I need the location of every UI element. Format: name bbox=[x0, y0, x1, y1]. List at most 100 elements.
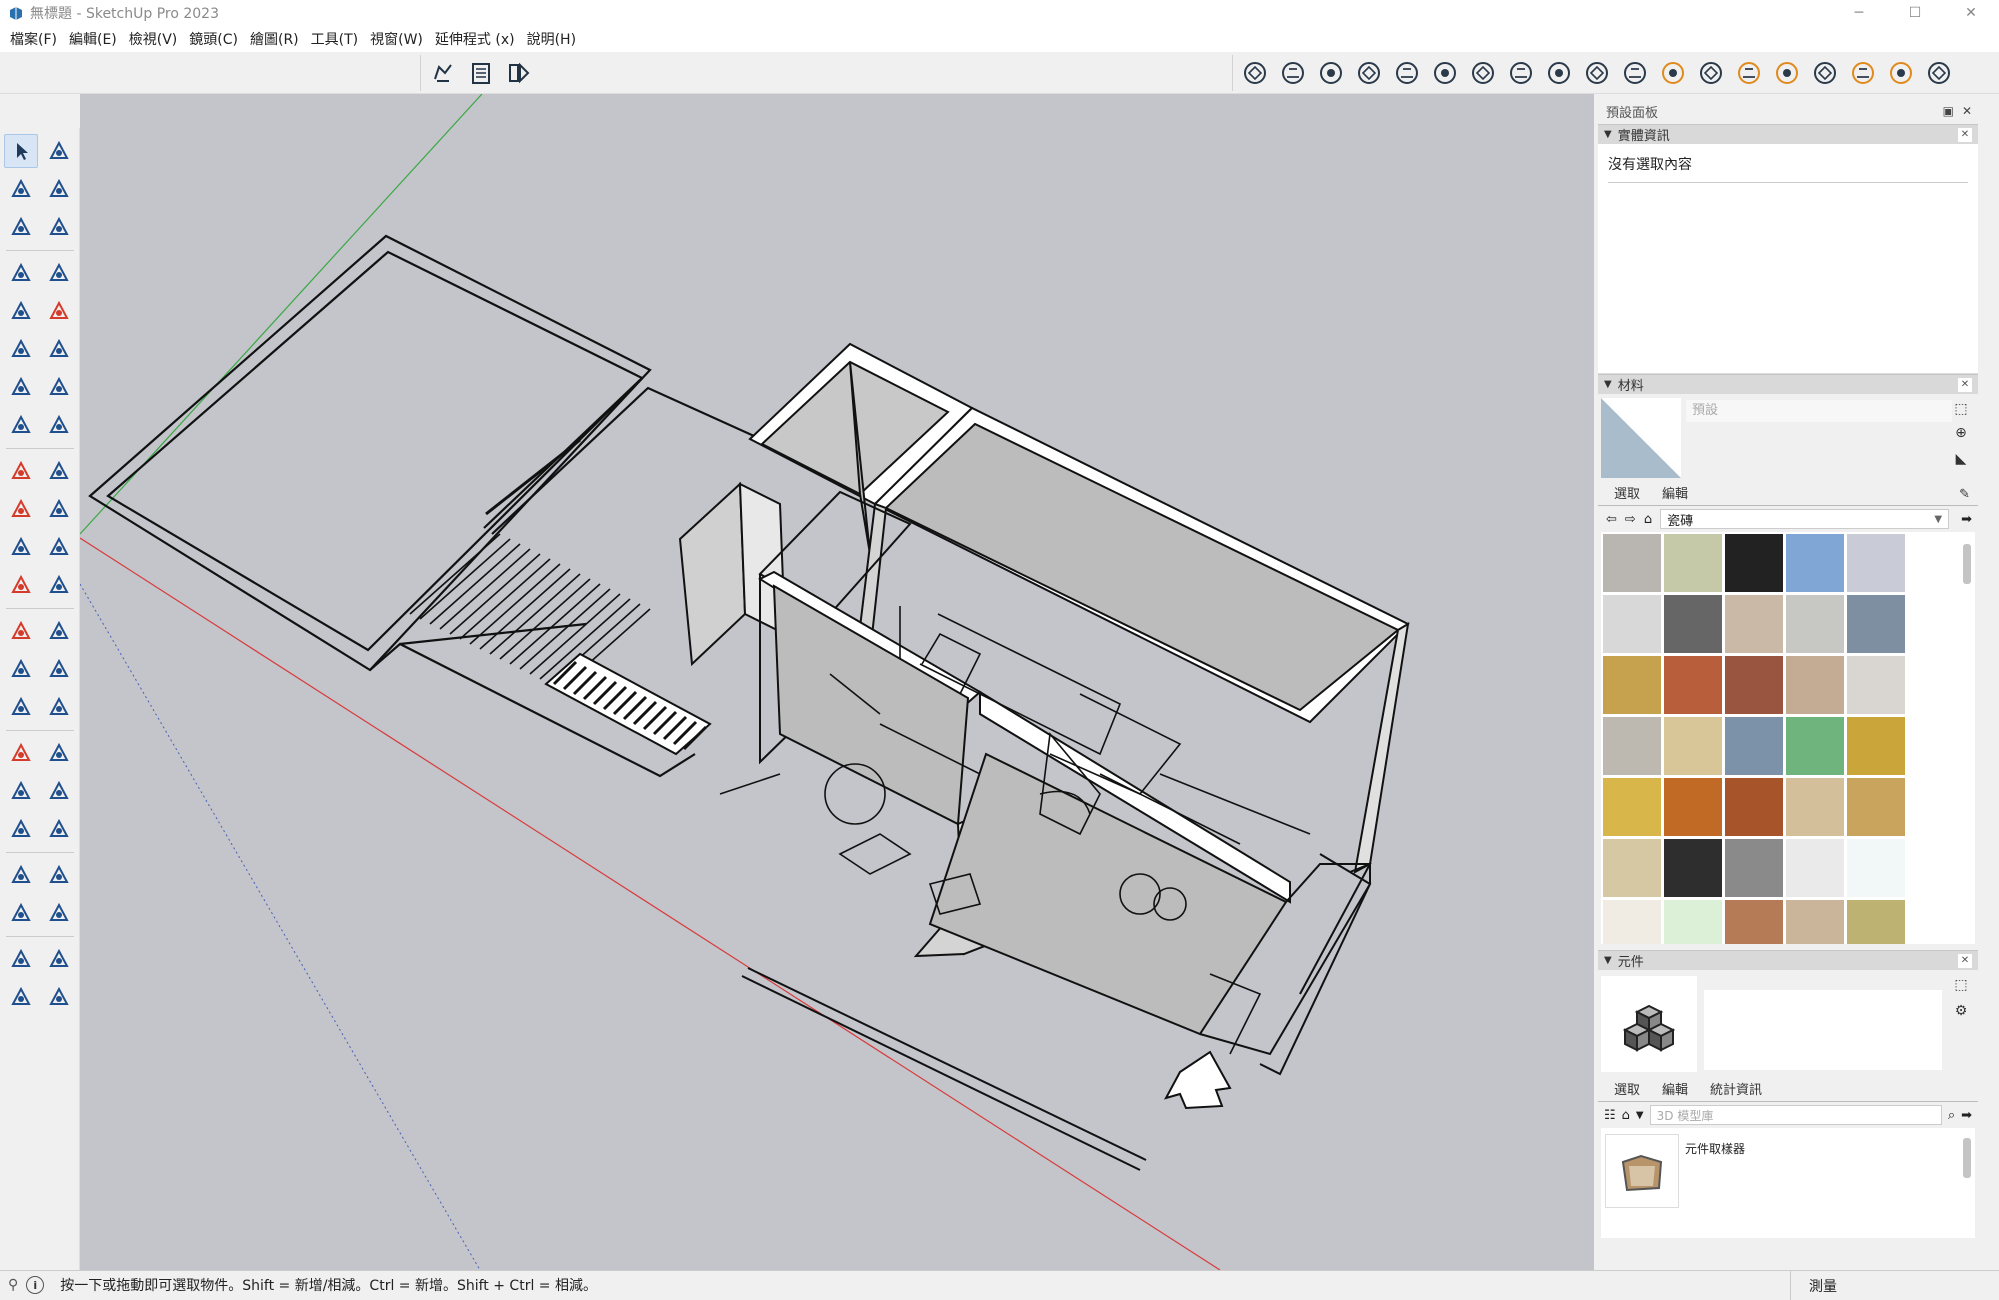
umbrella-icon[interactable] bbox=[1693, 55, 1729, 91]
sun-icon[interactable] bbox=[1845, 55, 1881, 91]
material-swatch-tile[interactable] bbox=[1786, 778, 1844, 836]
sandbox-from-contours-icon[interactable] bbox=[4, 942, 38, 976]
material-swatch-tile[interactable] bbox=[1725, 534, 1783, 592]
home-icon[interactable]: ⌂ bbox=[1644, 512, 1652, 527]
default-material-icon[interactable]: ◣ bbox=[1952, 450, 1970, 468]
smoove-icon[interactable] bbox=[4, 980, 38, 1014]
material-swatch-tile[interactable] bbox=[1847, 839, 1905, 897]
material-swatch-tile[interactable] bbox=[1603, 595, 1661, 653]
sandbox-from-scratch-icon[interactable] bbox=[42, 942, 76, 976]
chevron-down-icon[interactable]: ▼ bbox=[1636, 1110, 1644, 1121]
axes-tool-icon[interactable] bbox=[4, 690, 38, 724]
menu-file[interactable]: 檔案(F) bbox=[4, 29, 63, 49]
zoom-tool-icon[interactable] bbox=[4, 774, 38, 808]
eye-icon[interactable] bbox=[42, 896, 76, 930]
offset-tool-icon[interactable] bbox=[42, 530, 76, 564]
lasso-tool-icon[interactable] bbox=[42, 134, 76, 168]
component-search-input[interactable]: 3D 模型庫 bbox=[1649, 1105, 1942, 1125]
material-swatch-tile[interactable] bbox=[1786, 656, 1844, 714]
push-pull-icon[interactable] bbox=[42, 454, 76, 488]
sandbox-icon[interactable] bbox=[425, 55, 461, 91]
component-scrollbar[interactable] bbox=[1963, 1138, 1971, 1178]
tray-close-icon[interactable]: ✕ bbox=[1962, 104, 1972, 118]
entity-info-header[interactable]: ▼ 實體資訊 ✕ bbox=[1598, 124, 1978, 144]
teapot-play-icon[interactable] bbox=[1351, 55, 1387, 91]
material-swatch-tile[interactable] bbox=[1847, 595, 1905, 653]
menu-draw[interactable]: 繪圖(R) bbox=[244, 29, 305, 49]
forward-icon[interactable]: ⇨ bbox=[1625, 512, 1636, 527]
material-swatch-tile[interactable] bbox=[1603, 839, 1661, 897]
zoom-window-icon[interactable] bbox=[42, 774, 76, 808]
material-swatch-tile[interactable] bbox=[1664, 717, 1722, 775]
menu-extensions[interactable]: 延伸程式 (x) bbox=[429, 29, 521, 49]
circle-tool-icon[interactable] bbox=[4, 332, 38, 366]
material-swatch-tile[interactable] bbox=[1847, 656, 1905, 714]
material-swatch-tile[interactable] bbox=[1847, 778, 1905, 836]
material-swatch-tile[interactable] bbox=[1847, 900, 1905, 944]
lock-icon[interactable] bbox=[1617, 55, 1653, 91]
settings-light-icon[interactable] bbox=[1655, 55, 1691, 91]
material-swatch-tile[interactable] bbox=[1786, 900, 1844, 944]
list-item[interactable]: 元件取樣器 bbox=[1605, 1134, 1745, 1208]
material-swatch-tile[interactable] bbox=[1725, 717, 1783, 775]
wave-icon[interactable] bbox=[1427, 55, 1463, 91]
stamp-icon[interactable] bbox=[1503, 55, 1539, 91]
menu-view[interactable]: 檢視(V) bbox=[123, 29, 184, 49]
material-swatch-tile[interactable] bbox=[1725, 656, 1783, 714]
location-icon[interactable]: ⚲ bbox=[8, 1277, 18, 1293]
line-tool-icon[interactable] bbox=[4, 256, 38, 290]
component-tool-icon[interactable]: ⚙ bbox=[1952, 1002, 1970, 1020]
polygon-tool-icon[interactable] bbox=[42, 332, 76, 366]
hat-icon[interactable] bbox=[1883, 55, 1919, 91]
material-swatch-tile[interactable] bbox=[1786, 534, 1844, 592]
components-close-icon[interactable]: ✕ bbox=[1958, 953, 1972, 968]
info-icon[interactable]: i bbox=[26, 1276, 45, 1294]
pin-icon[interactable]: ▣ bbox=[1943, 104, 1954, 118]
freehand-tool-icon[interactable] bbox=[42, 256, 76, 290]
rotate-tool-icon[interactable] bbox=[4, 492, 38, 526]
material-swatch-tile[interactable] bbox=[1664, 656, 1722, 714]
material-swatch[interactable] bbox=[1601, 398, 1681, 478]
materials-header[interactable]: ▼ 材料 ✕ bbox=[1598, 374, 1978, 394]
eraser-icon[interactable] bbox=[42, 172, 76, 206]
look-around-icon[interactable] bbox=[4, 896, 38, 930]
material-swatch-tile[interactable] bbox=[1786, 717, 1844, 775]
back-icon[interactable]: ⇦ bbox=[1606, 512, 1617, 527]
material-swatch-tile[interactable] bbox=[1725, 839, 1783, 897]
close-button[interactable]: ✕ bbox=[1943, 0, 1999, 26]
view-options-icon[interactable]: ☷ bbox=[1604, 1108, 1616, 1123]
maximize-button[interactable]: ☐ bbox=[1887, 0, 1943, 26]
3d-text-icon[interactable] bbox=[42, 690, 76, 724]
follow-me-icon[interactable] bbox=[42, 492, 76, 526]
frame-icon[interactable] bbox=[1579, 55, 1615, 91]
three-point-arc-icon[interactable] bbox=[4, 408, 38, 442]
outliner-icon[interactable] bbox=[463, 55, 499, 91]
dimension-tool-icon[interactable] bbox=[42, 614, 76, 648]
materials-close-icon[interactable]: ✕ bbox=[1958, 377, 1972, 392]
move-tool-icon[interactable] bbox=[4, 454, 38, 488]
menu-edit[interactable]: 編輯(E) bbox=[63, 29, 123, 49]
tab-statistics[interactable]: 統計資訊 bbox=[1710, 1079, 1762, 1101]
material-swatch-tile[interactable] bbox=[1603, 778, 1661, 836]
previous-view-icon[interactable] bbox=[42, 812, 76, 846]
model-viewport[interactable] bbox=[80, 94, 1594, 1270]
tab-select[interactable]: 選取 bbox=[1614, 483, 1640, 505]
menu-tools[interactable]: 工具(T) bbox=[305, 29, 364, 49]
tab-edit[interactable]: 編輯 bbox=[1662, 1079, 1688, 1101]
cube-icon[interactable] bbox=[1921, 55, 1957, 91]
pie-tool-icon[interactable] bbox=[42, 408, 76, 442]
tab-select[interactable]: 選取 bbox=[1614, 1079, 1640, 1101]
material-swatch-tile[interactable] bbox=[1603, 900, 1661, 944]
swatch-scrollbar[interactable] bbox=[1963, 544, 1971, 584]
flip-tool-icon[interactable] bbox=[4, 568, 38, 602]
tape-measure-icon[interactable] bbox=[4, 614, 38, 648]
components-header[interactable]: ▼ 元件 ✕ bbox=[1598, 950, 1978, 970]
material-swatch-tile[interactable] bbox=[1725, 595, 1783, 653]
material-swatch-tile[interactable] bbox=[1847, 717, 1905, 775]
secondary-pane-icon[interactable]: ⬚ bbox=[1952, 976, 1970, 994]
mirror-tool-icon[interactable] bbox=[42, 568, 76, 602]
text-tool-icon[interactable] bbox=[42, 652, 76, 686]
material-swatch-tile[interactable] bbox=[1725, 900, 1783, 944]
section-plane-icon[interactable] bbox=[4, 736, 38, 770]
protractor-icon[interactable] bbox=[4, 652, 38, 686]
